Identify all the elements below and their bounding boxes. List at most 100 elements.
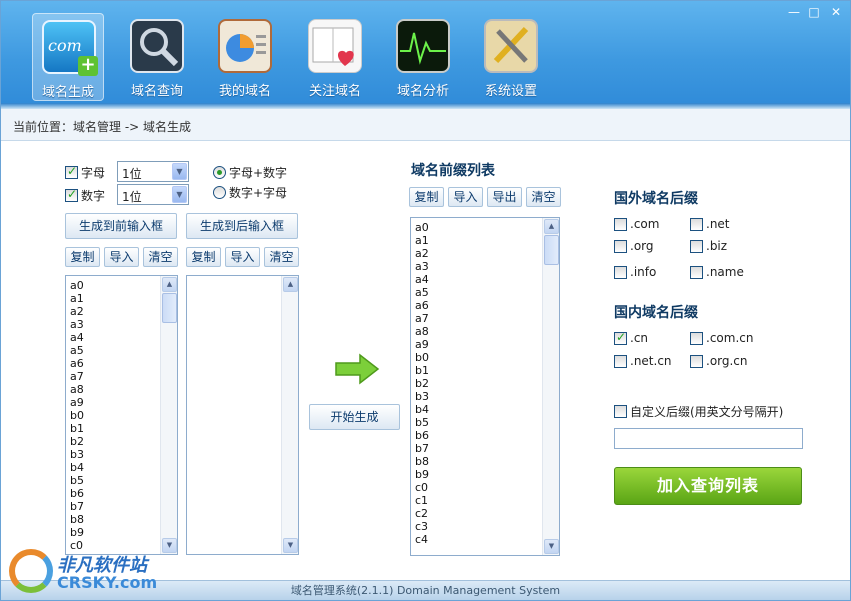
list-item[interactable]: a8 <box>70 383 173 396</box>
list-item[interactable]: c3 <box>415 520 555 533</box>
close-button[interactable]: ✕ <box>826 5 846 21</box>
list-item[interactable]: b2 <box>70 435 173 448</box>
add-to-query-list-button[interactable]: 加入查询列表 <box>614 467 802 505</box>
prefix-clear-button[interactable]: 清空 <box>526 187 561 207</box>
list-item[interactable]: b3 <box>415 390 555 403</box>
list-item[interactable]: b2 <box>415 377 555 390</box>
back-clear-button[interactable]: 清空 <box>264 247 299 267</box>
nav-domain-generate[interactable]: com + 域名生成 <box>32 13 104 101</box>
nav-system-settings[interactable]: 系统设置 <box>475 13 547 101</box>
list-item[interactable]: a0 <box>415 221 555 234</box>
scroll-up-icon[interactable]: ▲ <box>544 219 559 234</box>
list-item[interactable]: c2 <box>415 507 555 520</box>
back-import-button[interactable]: 导入 <box>225 247 260 267</box>
list-item[interactable]: c1 <box>415 494 555 507</box>
list-item[interactable]: a2 <box>70 305 173 318</box>
list-item[interactable]: b6 <box>70 487 173 500</box>
prefix-list[interactable]: a0 a1 a2 a3 a4 a5 a6 a7 a8 a9 b0 b1 b2 b3 b4 b5 b6 b7 b8 b9… <box>410 217 560 556</box>
suffix-cn-checkbox[interactable]: .cn <box>614 330 648 345</box>
list-item[interactable]: a7 <box>415 312 555 325</box>
checkbox-box[interactable] <box>690 265 703 279</box>
list-item[interactable]: b5 <box>70 474 173 487</box>
list-item[interactable]: b1 <box>415 364 555 377</box>
list-item[interactable]: c4 <box>415 533 555 546</box>
list-item[interactable]: a4 <box>415 273 555 286</box>
list-item[interactable]: b0 <box>415 351 555 364</box>
suffix-com-cn-checkbox[interactable]: .com.cn <box>690 331 753 345</box>
list-item[interactable]: b3 <box>70 448 173 461</box>
list-item[interactable]: a3 <box>415 260 555 273</box>
list-item[interactable]: b1 <box>70 422 173 435</box>
letters-length-select[interactable]: 1位 ▼ <box>117 161 189 182</box>
list-item[interactable]: b7 <box>70 500 173 513</box>
custom-suffix-checkbox[interactable]: 自定义后缀(用英文分号隔开) <box>614 403 783 420</box>
list-item[interactable]: b9 <box>415 468 555 481</box>
prefix-export-button[interactable]: 导出 <box>487 187 522 207</box>
nav-my-domains[interactable]: 我的域名 <box>209 13 281 101</box>
radio-dot[interactable] <box>213 186 226 199</box>
prefix-copy-button[interactable]: 复制 <box>409 187 444 207</box>
checkbox-box[interactable] <box>614 265 627 279</box>
custom-suffix-input[interactable] <box>614 428 803 449</box>
checkbox-box[interactable] <box>690 239 703 253</box>
suffix-net-cn-checkbox[interactable]: .net.cn <box>614 354 672 368</box>
scroll-down-icon[interactable]: ▼ <box>283 538 298 553</box>
list-item[interactable]: b6 <box>415 429 555 442</box>
front-clear-button[interactable]: 清空 <box>143 247 178 267</box>
suffix-org-checkbox[interactable]: .org <box>614 239 654 253</box>
checkbox-box[interactable] <box>690 217 703 231</box>
digits-length-select[interactable]: 1位 ▼ <box>117 184 189 205</box>
checkbox-box[interactable] <box>614 354 627 368</box>
scroll-thumb[interactable] <box>544 235 559 265</box>
scrollbar[interactable]: ▲ ▼ <box>160 276 177 554</box>
back-copy-button[interactable]: 复制 <box>186 247 221 267</box>
checkbox-box[interactable] <box>614 217 627 231</box>
scroll-up-icon[interactable]: ▲ <box>162 277 177 292</box>
suffix-info-checkbox[interactable]: .info <box>614 265 656 279</box>
list-item[interactable]: b5 <box>415 416 555 429</box>
list-item[interactable]: c0 <box>415 481 555 494</box>
list-item[interactable]: b8 <box>70 513 173 526</box>
list-item[interactable]: a5 <box>70 344 173 357</box>
scrollbar[interactable]: ▲ ▼ <box>281 276 298 554</box>
radio-dot[interactable] <box>213 166 226 179</box>
list-item[interactable]: b8 <box>415 455 555 468</box>
list-item[interactable]: a8 <box>415 325 555 338</box>
list-item[interactable]: a0 <box>70 279 173 292</box>
checkbox-box[interactable] <box>614 239 627 253</box>
checkbox-box[interactable] <box>614 405 627 418</box>
nav-domain-query[interactable]: 域名查询 <box>121 13 193 101</box>
list-item[interactable]: a9 <box>70 396 173 409</box>
radio-letters-digits[interactable]: 字母+数字 <box>213 164 287 181</box>
list-item[interactable]: a1 <box>70 292 173 305</box>
suffix-biz-checkbox[interactable]: .biz <box>690 239 727 253</box>
scroll-up-icon[interactable]: ▲ <box>283 277 298 292</box>
back-input-list[interactable]: ▲ ▼ <box>186 275 299 555</box>
list-item[interactable]: b0 <box>70 409 173 422</box>
list-item[interactable]: a6 <box>70 357 173 370</box>
list-item[interactable]: a5 <box>415 286 555 299</box>
list-item[interactable]: a1 <box>415 234 555 247</box>
list-item[interactable]: b4 <box>415 403 555 416</box>
front-import-button[interactable]: 导入 <box>104 247 139 267</box>
list-item[interactable]: a2 <box>415 247 555 260</box>
radio-digits-letters[interactable]: 数字+字母 <box>213 184 287 201</box>
checkbox-box[interactable] <box>690 354 703 368</box>
checkbox-box[interactable] <box>690 331 703 345</box>
list-item[interactable]: b4 <box>70 461 173 474</box>
list-item[interactable]: a6 <box>415 299 555 312</box>
checkbox-box[interactable] <box>614 330 627 345</box>
list-item[interactable]: a7 <box>70 370 173 383</box>
letters-checkbox[interactable]: 字母 <box>65 164 105 181</box>
checkbox-box[interactable] <box>65 164 78 179</box>
minimize-button[interactable]: — <box>784 5 804 21</box>
front-copy-button[interactable]: 复制 <box>65 247 100 267</box>
list-item[interactable]: b9 <box>70 526 173 539</box>
scrollbar[interactable]: ▲ ▼ <box>542 218 559 555</box>
list-item[interactable]: a9 <box>415 338 555 351</box>
checkbox-box[interactable] <box>65 187 78 202</box>
scroll-thumb[interactable] <box>162 293 177 323</box>
generate-to-back-button[interactable]: 生成到后输入框 <box>186 213 298 239</box>
suffix-com-checkbox[interactable]: .com <box>614 217 659 231</box>
generate-to-front-button[interactable]: 生成到前输入框 <box>65 213 177 239</box>
